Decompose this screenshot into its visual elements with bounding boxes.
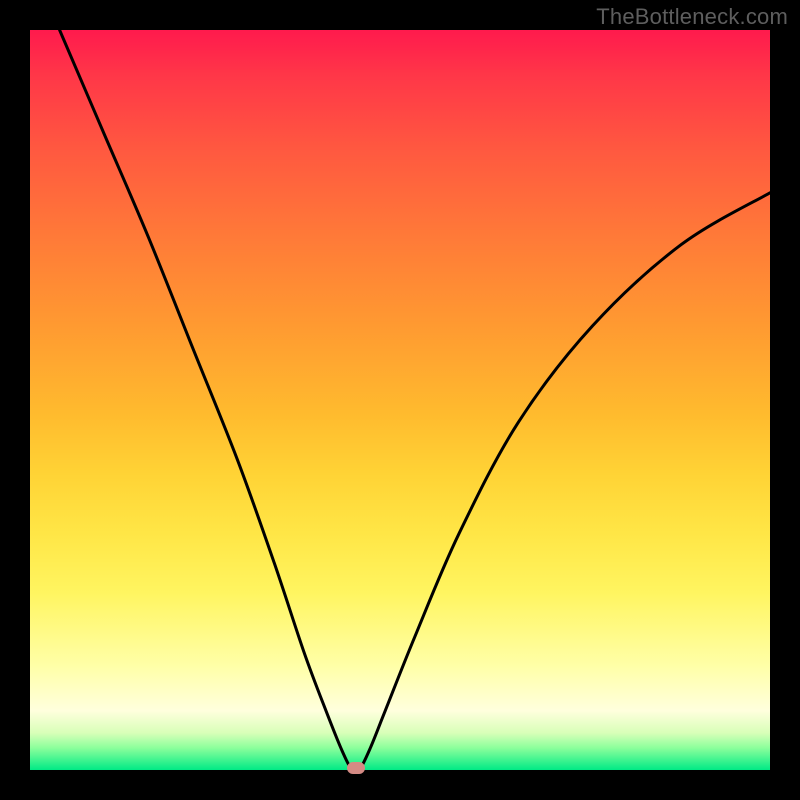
watermark-text: TheBottleneck.com	[596, 4, 788, 30]
optimal-point-marker	[347, 762, 365, 774]
chart-frame: TheBottleneck.com	[0, 0, 800, 800]
bottleneck-curve	[30, 30, 770, 770]
chart-plot-area	[30, 30, 770, 770]
